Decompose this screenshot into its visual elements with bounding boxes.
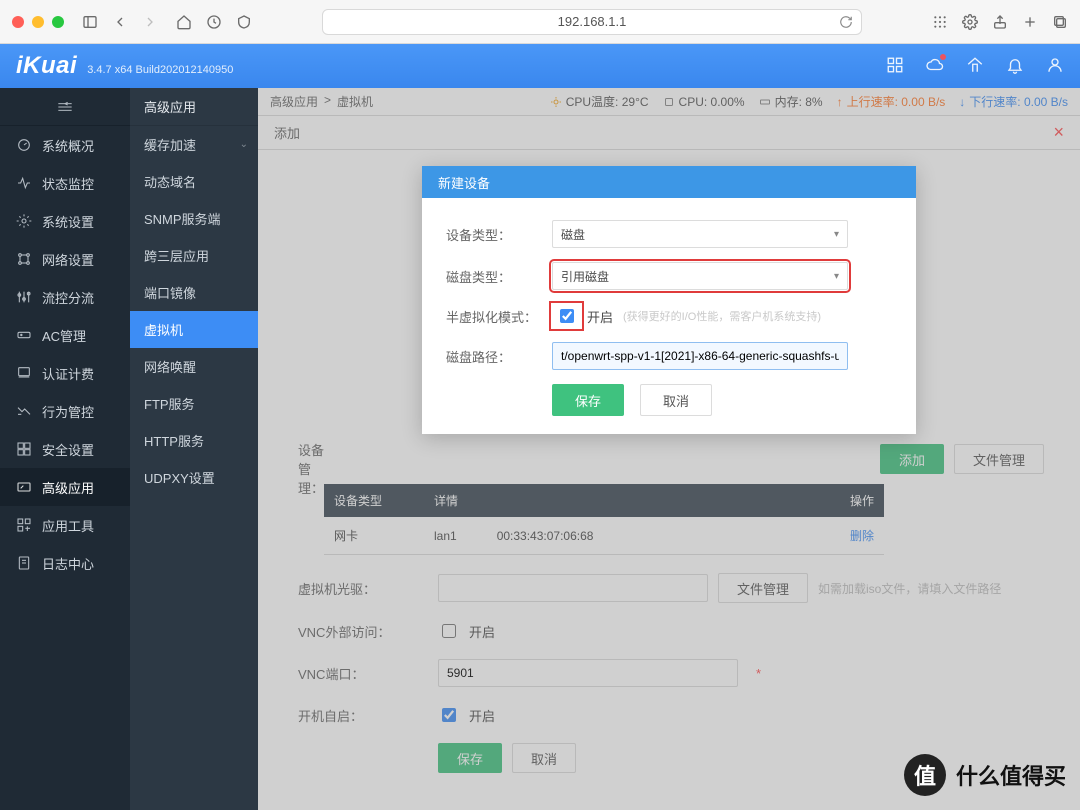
modal-disk-type-select[interactable]: 引用磁盘▾ (552, 262, 848, 290)
watermark-badge-icon: 值 (904, 754, 946, 796)
overview-icon (16, 137, 32, 153)
ac-icon (16, 327, 32, 343)
syscfg-icon (16, 213, 32, 229)
nav2-item-udpxy[interactable]: UDPXY设置 (130, 459, 258, 496)
apps-grid-icon[interactable] (932, 14, 948, 30)
new-device-modal: 新建设备 设备类型： 磁盘▾ 磁盘类型： (422, 166, 916, 434)
window-traffic-lights (12, 16, 64, 28)
monitor-icon (16, 175, 32, 191)
behavior-icon (16, 403, 32, 419)
nav2-item-mirror[interactable]: 端口镜像 (130, 274, 258, 311)
sidebar-toggle-icon[interactable] (82, 14, 98, 30)
nav1-item-behavior[interactable]: 行为管控 (0, 392, 130, 430)
main-panel: 高级应用>虚拟机 CPU温度: 29°C CPU: 0.00% 内存: 8% ↑… (258, 88, 1080, 810)
nav1-item-syscfg[interactable]: 系统设置 (0, 202, 130, 240)
adv-icon (16, 479, 32, 495)
nav2-item-http[interactable]: HTTP服务 (130, 422, 258, 459)
security-icon (16, 441, 32, 457)
nav2-item-wol[interactable]: 网络唤醒 (130, 348, 258, 385)
reload-icon[interactable] (839, 15, 853, 32)
tools-icon (16, 517, 32, 533)
gear-icon[interactable] (962, 14, 978, 30)
minimize-window-icon[interactable] (32, 16, 44, 28)
nav1-item-ac[interactable]: AC管理 (0, 316, 130, 354)
chevron-down-icon: ▾ (834, 271, 839, 282)
logs-icon (16, 555, 32, 571)
modal-paravirt-hint: (获得更好的I/O性能，需客户机系统支持) (623, 308, 821, 324)
nav-collapse-icon[interactable] (0, 88, 130, 126)
auth-icon (16, 365, 32, 381)
nav1-item-monitor[interactable]: 状态监控 (0, 164, 130, 202)
dashboard-icon[interactable] (886, 56, 904, 77)
user-icon[interactable] (1046, 56, 1064, 77)
nav1-item-tools[interactable]: 应用工具 (0, 506, 130, 544)
modal-cancel-button[interactable]: 取消 (640, 384, 712, 416)
tabs-overview-icon[interactable] (1052, 14, 1068, 30)
home-icon[interactable] (176, 14, 192, 30)
nav1-item-overview[interactable]: 系统概况 (0, 126, 130, 164)
close-window-icon[interactable] (12, 16, 24, 28)
modal-disk-path-input[interactable] (552, 342, 848, 370)
nav2-item-vm[interactable]: 虚拟机 (130, 311, 258, 348)
chevron-down-icon: ▾ (834, 229, 839, 240)
nav1-item-netcfg[interactable]: 网络设置 (0, 240, 130, 278)
primary-nav: 系统概况状态监控系统设置网络设置流控分流AC管理认证计费行为管控安全设置高级应用… (0, 88, 130, 810)
share-icon[interactable] (992, 14, 1008, 30)
secondary-nav: 高级应用 缓存加速⌄动态域名SNMP服务端跨三层应用端口镜像虚拟机网络唤醒FTP… (130, 88, 258, 810)
nav2-item-ftp[interactable]: FTP服务 (130, 385, 258, 422)
upgrade-icon[interactable] (966, 56, 984, 77)
nav2-item-layer3[interactable]: 跨三层应用 (130, 237, 258, 274)
address-url: 192.168.1.1 (558, 14, 627, 29)
flow-icon (16, 289, 32, 305)
modal-title: 新建设备 (422, 166, 916, 198)
modal-disk-path-label: 磁盘路径： (446, 347, 552, 366)
nav1-item-flow[interactable]: 流控分流 (0, 278, 130, 316)
new-tab-icon[interactable] (1022, 14, 1038, 30)
nav1-item-auth[interactable]: 认证计费 (0, 354, 130, 392)
nav2-item-cache[interactable]: 缓存加速⌄ (130, 126, 258, 163)
modal-disk-type-label: 磁盘类型： (446, 267, 552, 286)
brand-logo: iKuai (16, 52, 77, 80)
app-header: iKuai 3.4.7 x64 Build202012140950 (0, 44, 1080, 88)
nav2-item-ddns[interactable]: 动态域名 (130, 163, 258, 200)
modal-paravirt-checkbox[interactable] (560, 309, 574, 323)
nav-back-icon[interactable] (112, 14, 128, 30)
modal-dev-type-label: 设备类型： (446, 225, 552, 244)
modal-paravirt-toggle-label: 开启 (587, 307, 613, 326)
nav1-item-security[interactable]: 安全设置 (0, 430, 130, 468)
nav2-item-snmp[interactable]: SNMP服务端 (130, 200, 258, 237)
modal-save-button[interactable]: 保存 (552, 384, 624, 416)
nav1-item-logs[interactable]: 日志中心 (0, 544, 130, 582)
nav1-item-adv[interactable]: 高级应用 (0, 468, 130, 506)
modal-mask: 新建设备 设备类型： 磁盘▾ 磁盘类型： (258, 88, 1080, 810)
chevron-down-icon: ⌄ (240, 139, 248, 150)
history-icon[interactable] (206, 14, 222, 30)
watermark: 值 什么值得买 (904, 754, 1066, 796)
nav-forward-icon[interactable] (142, 14, 158, 30)
modal-dev-type-select[interactable]: 磁盘▾ (552, 220, 848, 248)
cloud-icon[interactable] (926, 56, 944, 77)
modal-paravirt-label: 半虚拟化模式： (446, 307, 552, 326)
address-bar[interactable]: 192.168.1.1 (322, 9, 862, 35)
brand-version: 3.4.7 x64 Build202012140950 (87, 64, 233, 76)
browser-toolbar: 192.168.1.1 (0, 0, 1080, 44)
secondary-nav-title: 高级应用 (130, 88, 258, 126)
netcfg-icon (16, 251, 32, 267)
bell-icon[interactable] (1006, 56, 1024, 77)
shield-icon[interactable] (236, 14, 252, 30)
zoom-window-icon[interactable] (52, 16, 64, 28)
